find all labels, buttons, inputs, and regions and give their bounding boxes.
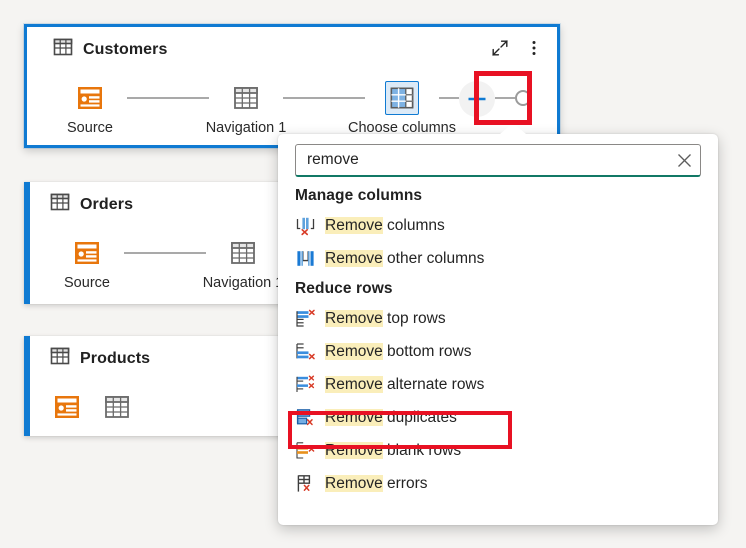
query-steps-customers: Source Navigation 1 Choose columns xyxy=(53,81,531,136)
label-rest: other columns xyxy=(382,249,485,267)
menu-item-remove-bottom-rows[interactable]: Remove bottom rows xyxy=(278,335,718,368)
menu-item-remove-blank-rows[interactable]: Remove blank rows xyxy=(278,434,718,467)
menu-group-header: Manage columns xyxy=(295,187,423,204)
menu-item-remove-errors[interactable]: Remove errors xyxy=(278,467,718,500)
card-accent-bar xyxy=(24,182,30,304)
table-icon xyxy=(50,192,70,217)
step-navigation-1[interactable]: Navigation 1 xyxy=(206,81,286,136)
more-vertical-icon[interactable] xyxy=(523,37,545,59)
query-card-products[interactable]: Products xyxy=(24,336,292,436)
search-input[interactable] xyxy=(296,151,668,169)
menu-item-remove-other-columns[interactable]: Remove other columns xyxy=(278,242,718,275)
step-connector xyxy=(124,236,206,270)
label-rest: top rows xyxy=(382,309,446,327)
menu-item-label: Remove top rows xyxy=(325,309,446,328)
query-card-header: Products xyxy=(50,346,150,371)
label-rest: bottom rows xyxy=(382,342,472,360)
end-circle-icon xyxy=(515,81,531,115)
step-label: Navigation 1 xyxy=(205,120,287,136)
step-connector xyxy=(495,81,515,115)
label-rest: duplicates xyxy=(382,408,457,426)
menu-item-label: Remove errors xyxy=(325,474,428,493)
query-steps-products xyxy=(50,390,134,429)
search-box[interactable] xyxy=(295,144,701,177)
plus-icon[interactable] xyxy=(459,81,495,117)
menu-group-header: Reduce rows xyxy=(295,280,393,297)
step-label: Source xyxy=(64,275,110,291)
query-card-actions xyxy=(489,37,545,59)
menu-item-label: Remove bottom rows xyxy=(325,342,472,361)
remove-blank-rows-icon xyxy=(295,440,316,461)
search-match: Remove xyxy=(325,216,383,234)
step-choose-columns[interactable]: Choose columns xyxy=(348,81,456,136)
table-icon xyxy=(53,37,73,62)
source-table-icon xyxy=(70,236,104,270)
table-icon xyxy=(50,346,70,371)
collapse-diagonal-icon[interactable] xyxy=(489,37,511,59)
source-table-icon xyxy=(73,81,107,115)
close-icon[interactable] xyxy=(668,145,700,176)
step-navigation-1[interactable] xyxy=(100,390,134,429)
step-label: Source xyxy=(67,120,113,136)
query-card-title: Products xyxy=(80,349,151,367)
navigation-table-icon xyxy=(226,236,260,270)
add-step-button[interactable] xyxy=(459,81,495,117)
label-rest: errors xyxy=(382,474,428,492)
remove-duplicates-icon xyxy=(295,407,316,428)
menu-item-label: Remove alternate rows xyxy=(325,375,485,394)
step-menu-list: Manage columns Remove columns Remove oth… xyxy=(278,182,718,500)
remove-bottom-rows-icon xyxy=(295,341,316,362)
step-source[interactable]: Source xyxy=(53,81,127,136)
menu-item-label: Remove duplicates xyxy=(325,408,457,427)
query-card-customers[interactable]: Customers Source Navigation 1 Choose col… xyxy=(24,24,560,148)
search-match: Remove xyxy=(325,249,383,267)
remove-alternate-rows-icon xyxy=(295,374,316,395)
navigation-table-icon xyxy=(229,81,263,115)
add-step-flyout: Manage columns Remove columns xyxy=(278,123,718,525)
search-match: Remove xyxy=(325,342,383,360)
query-card-header: Customers xyxy=(53,37,167,62)
menu-item-label: Remove columns xyxy=(325,216,445,235)
card-accent-bar xyxy=(24,336,30,436)
menu-item-remove-duplicates[interactable]: Remove duplicates xyxy=(278,401,718,434)
choose-columns-icon xyxy=(385,81,419,115)
step-connector xyxy=(283,81,365,115)
menu-item-label: Remove other columns xyxy=(325,249,485,268)
search-match: Remove xyxy=(325,375,383,393)
flyout-pointer xyxy=(500,123,526,134)
menu-item-remove-top-rows[interactable]: Remove top rows xyxy=(278,302,718,335)
label-rest: columns xyxy=(382,216,445,234)
search-match: Remove xyxy=(325,309,383,327)
step-source[interactable]: Source xyxy=(50,236,124,291)
menu-item-remove-alternate-rows[interactable]: Remove alternate rows xyxy=(278,368,718,401)
source-table-icon xyxy=(50,390,84,424)
step-connector xyxy=(127,81,209,115)
remove-other-columns-icon xyxy=(295,248,316,269)
search-match: Remove xyxy=(325,441,383,459)
menu-item-remove-columns[interactable]: Remove columns xyxy=(278,209,718,242)
step-label: Navigation 1 xyxy=(202,275,284,291)
remove-columns-icon xyxy=(295,215,316,236)
label-rest: alternate rows xyxy=(382,375,485,393)
query-card-title: Orders xyxy=(80,195,134,213)
query-card-title: Customers xyxy=(83,40,168,58)
remove-top-rows-icon xyxy=(295,308,316,329)
search-match: Remove xyxy=(325,474,383,492)
query-card-header: Orders xyxy=(50,192,133,217)
menu-item-label: Remove blank rows xyxy=(325,441,462,460)
navigation-table-icon xyxy=(100,390,134,424)
step-navigation-1[interactable]: Navigation 1 xyxy=(203,236,283,291)
step-source[interactable] xyxy=(50,390,84,429)
query-steps-orders: Source Navigation 1 xyxy=(50,236,283,291)
search-match: Remove xyxy=(325,408,383,426)
step-connector xyxy=(439,81,459,115)
label-rest: blank rows xyxy=(382,441,462,459)
remove-errors-icon xyxy=(295,473,316,494)
